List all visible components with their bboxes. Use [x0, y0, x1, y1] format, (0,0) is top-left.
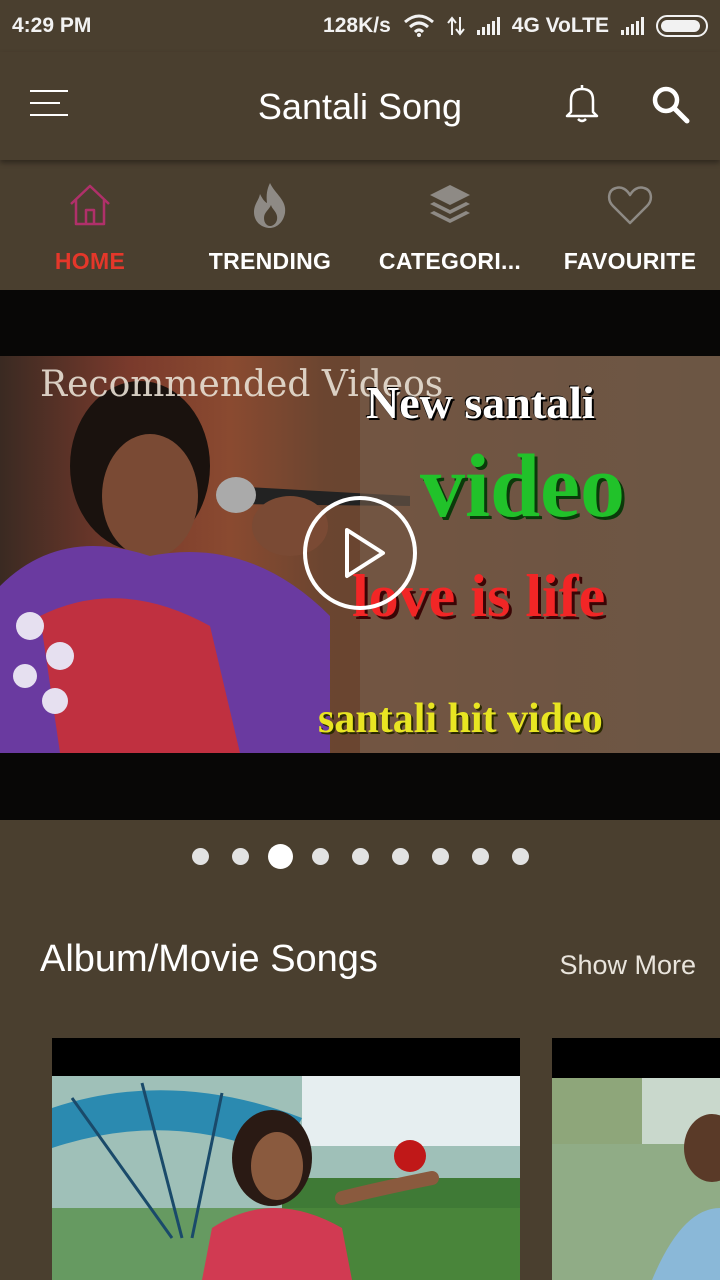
tab-trending-label: TRENDING — [208, 248, 332, 274]
tab-categories-label: CATEGORI... — [378, 248, 522, 274]
network-type: 4G VoLTE — [511, 14, 609, 37]
album-thumbnail-2 — [552, 1038, 720, 1280]
status-icons: 128K/s 4G VoLTE — [323, 14, 708, 38]
album-thumbnail — [52, 1038, 520, 1280]
tab-home-label: HOME — [54, 248, 126, 274]
album-card-2[interactable] — [552, 1038, 720, 1280]
overlay-line-2: video — [420, 437, 626, 536]
show-more-link[interactable]: Show More — [559, 950, 696, 981]
carousel-dot[interactable] — [500, 836, 540, 876]
tab-favourite-label: FAVOURITE — [563, 248, 697, 274]
carousel-dot[interactable] — [460, 836, 500, 876]
status-bar: 4:29 PM 128K/s 4G VoLTE — [0, 0, 720, 52]
app-toolbar: Santali Song — [0, 52, 720, 160]
carousel-indicator — [0, 836, 720, 876]
carousel-dot[interactable] — [260, 836, 300, 876]
play-button[interactable] — [303, 496, 417, 610]
carousel-dot[interactable] — [420, 836, 460, 876]
tab-home[interactable]: HOME — [0, 160, 180, 290]
carousel-dot[interactable] — [220, 836, 260, 876]
carousel-dot[interactable] — [180, 836, 220, 876]
signal-icon-2 — [621, 17, 644, 35]
network-speed: 128K/s — [323, 14, 391, 37]
app-title: Santali Song — [257, 86, 463, 127]
heart-icon — [607, 186, 653, 225]
recommended-banner[interactable]: Recommended Videos New santali video lov… — [0, 290, 720, 820]
status-time: 4:29 PM — [12, 14, 92, 37]
tab-favourite[interactable]: FAVOURITE — [540, 160, 720, 290]
section-title: Album/Movie Songs — [40, 938, 378, 980]
flame-icon — [254, 183, 286, 228]
home-icon — [70, 184, 110, 226]
carousel-dot[interactable] — [380, 836, 420, 876]
overlay-line-4: santali hit video — [318, 696, 603, 742]
data-transfer-icon — [446, 16, 465, 36]
tab-trending[interactable]: TRENDING — [180, 160, 360, 290]
battery-icon — [656, 15, 708, 37]
wifi-icon — [403, 14, 434, 37]
layers-icon — [430, 185, 470, 223]
tab-categories[interactable]: CATEGORI... — [360, 160, 540, 290]
search-icon[interactable] — [650, 84, 692, 126]
bell-icon[interactable] — [563, 82, 601, 124]
overlay-line-1: New santali — [366, 377, 595, 428]
signal-icon — [476, 17, 500, 35]
carousel-dot[interactable] — [340, 836, 380, 876]
album-card[interactable] — [52, 1038, 520, 1280]
play-icon — [345, 528, 385, 578]
tab-bar: HOME TRENDING CATEGORI... FAVOURITE — [0, 160, 720, 290]
carousel-dot[interactable] — [300, 836, 340, 876]
